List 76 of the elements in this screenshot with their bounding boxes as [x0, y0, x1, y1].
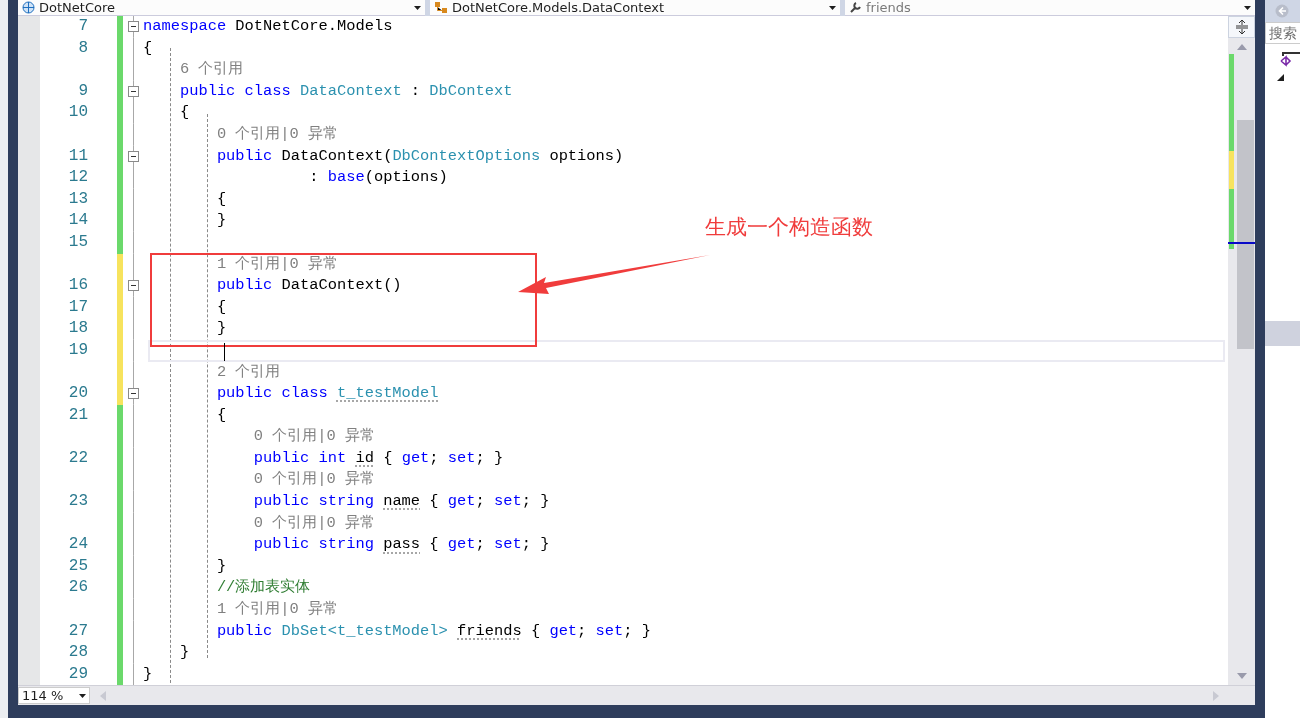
line-number: 11: [68, 146, 88, 165]
line-number: 27: [68, 621, 88, 640]
split-button[interactable]: [1228, 16, 1255, 38]
code-line: }: [216, 318, 227, 340]
code-lens: 1 个引用|0 异常: [216, 599, 339, 621]
code-line: public string name { get; set; }: [253, 491, 550, 513]
line-number: 23: [68, 492, 88, 511]
class-icon: [434, 1, 448, 14]
line-number: 26: [68, 578, 88, 597]
line-number: 19: [68, 340, 88, 359]
collapse-icon[interactable]: [127, 280, 139, 292]
code-lens: 0 个引用|0 异常: [253, 512, 375, 534]
line-number: 22: [68, 448, 88, 467]
code-lens: 2 个引用: [216, 361, 281, 383]
code-comment: //添加表实体: [216, 577, 311, 599]
dropdown-caret-icon: [1244, 5, 1251, 10]
code-line: {: [143, 37, 153, 59]
code-lens: 0 个引用|0 异常: [253, 469, 375, 491]
code-line: {: [216, 296, 227, 318]
code-line: {: [216, 188, 227, 210]
dropdown-caret-icon: [414, 5, 421, 10]
selection-band: [1265, 321, 1300, 346]
solution-icon[interactable]: [1279, 52, 1300, 68]
line-number: 28: [68, 643, 88, 662]
line-number: 25: [68, 556, 88, 575]
text-cursor: [224, 342, 225, 361]
line-number: 10: [68, 103, 88, 122]
zoom-dropdown[interactable]: 114 %: [18, 687, 90, 704]
code-line: {: [216, 404, 227, 426]
collapse-icon[interactable]: [127, 150, 139, 162]
code-line: }: [216, 210, 227, 232]
wrench-icon: [849, 1, 862, 14]
code-line: public int id { get; set; }: [253, 447, 504, 469]
navigation-dropdown[interactable]: friends: [845, 0, 1255, 16]
collapse-icon[interactable]: [127, 21, 139, 33]
code-line: public DataContext(DbContextOptions options): [216, 145, 624, 167]
search-field[interactable]: 搜索: [1265, 22, 1300, 44]
line-number: 7: [78, 17, 88, 35]
split-icon: [1234, 20, 1249, 34]
line-number: 12: [68, 168, 88, 187]
line-number: 16: [68, 276, 88, 295]
code-line: }: [216, 555, 227, 577]
dropdown-caret-icon: [79, 693, 86, 698]
line-number: 9: [78, 81, 88, 100]
code-lens: 0 个引用|0 异常: [216, 123, 339, 145]
line-number: 13: [68, 189, 88, 208]
code-line: : base(options): [309, 167, 448, 189]
line-number: 20: [68, 384, 88, 403]
code-lens: 1 个引用|0 异常: [216, 253, 339, 275]
annotation-label: 生成一个构造函数: [705, 214, 873, 241]
navigation-dropdown[interactable]: DotNetCore: [18, 0, 425, 16]
code-line: namespace DotNetCore.Models: [143, 16, 393, 37]
line-number: 21: [68, 405, 88, 424]
code-line: public class t_testModel: [216, 383, 439, 405]
collapse-icon[interactable]: [127, 388, 139, 400]
code-line: }: [179, 642, 190, 664]
line-number: 14: [68, 211, 88, 230]
code-line: }: [143, 663, 153, 685]
line-number: 29: [68, 664, 88, 683]
line-number: 15: [68, 232, 88, 251]
line-number: 24: [68, 535, 88, 554]
code-line: public class DataContext : DbContext: [179, 80, 513, 102]
code-line: public DbSet<t_testModel> friends { get; set; }: [216, 620, 652, 642]
code-lens: 6 个引用: [179, 59, 244, 81]
collapse-icon[interactable]: [127, 86, 139, 98]
globe-icon: [22, 1, 35, 14]
expand-triangle-icon[interactable]: [1277, 74, 1284, 81]
code-line: public string pass { get; set; }: [253, 534, 550, 556]
code-line: {: [179, 102, 190, 124]
line-number: 8: [78, 38, 88, 57]
dropdown-caret-icon: [829, 5, 836, 10]
navigation-dropdown[interactable]: DotNetCore.Models.DataContext: [430, 0, 840, 16]
code-lens: 0 个引用|0 异常: [253, 426, 375, 448]
line-number: 18: [68, 319, 88, 338]
code-line: public DataContext(): [216, 275, 402, 297]
line-number: 17: [68, 297, 88, 316]
